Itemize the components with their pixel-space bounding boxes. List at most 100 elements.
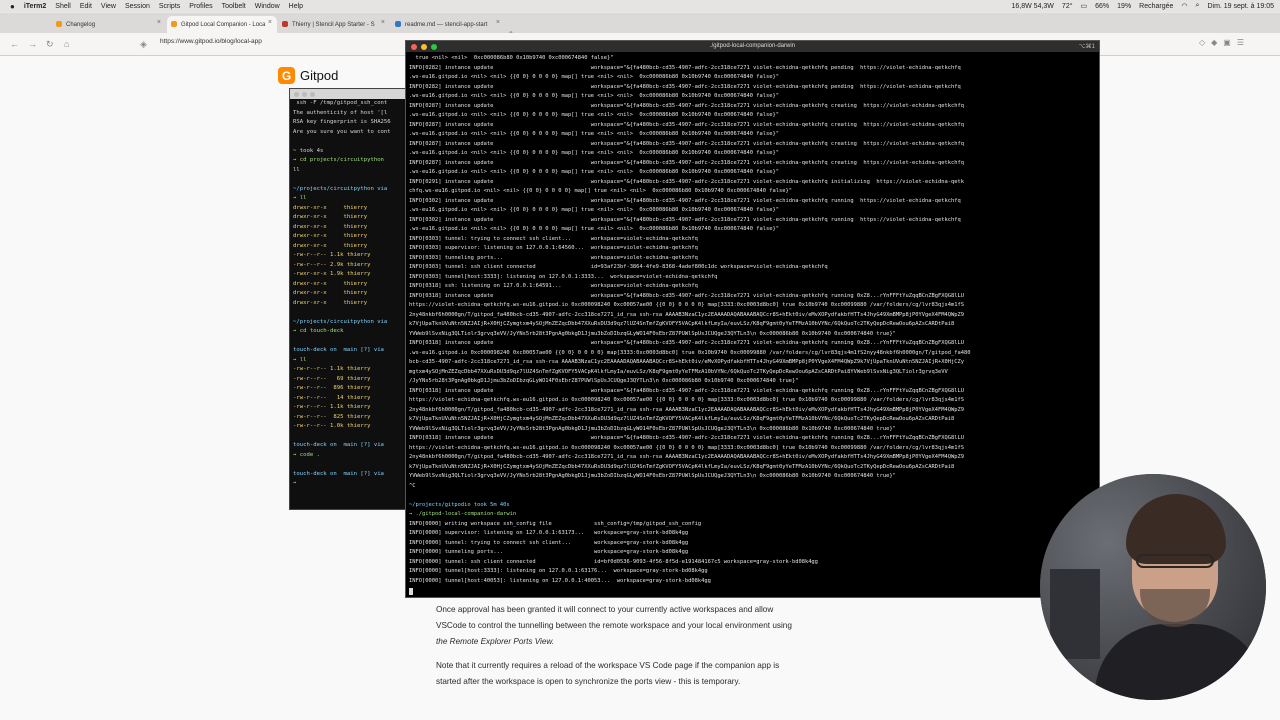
menu-bar: ● iTerm2 Shell Edit View Session Scripts…: [0, 0, 1280, 12]
terminal-line: .ws-eu16.gitpod.io <nil> <nil> {{0 0} 0 …: [409, 74, 779, 80]
terminal-line: touch-deck on main [?] via: [293, 347, 384, 353]
terminal-line: .ws-eu16.gitpod.io <nil> <nil> {{0 0} 0 …: [409, 226, 779, 232]
background-terminal-window[interactable]: ssh -F /tmp/gitpod_ssh_cont The authentic…: [289, 88, 416, 510]
menu-window[interactable]: Window: [255, 3, 280, 10]
menu-toolbelt[interactable]: Toolbelt: [222, 3, 246, 10]
browser-tab-bar: Changelog × Gitpod Local Companion - Loc…: [0, 13, 1280, 40]
zoom-dot-icon[interactable]: [310, 91, 315, 97]
temperature-readout[interactable]: 72°: [1062, 3, 1073, 10]
gitpod-favicon-icon: [171, 21, 177, 27]
terminal-line: /JyYNs5rb28t3PgnAg0bkgD1Jjmu3bZoDIbzqGLy…: [409, 378, 799, 384]
charging-status[interactable]: Rechargée: [1139, 3, 1173, 10]
terminal-line: YVWeb9lSvxNig3QLTiolr3grvq3eVV/JyYNs5rb2…: [409, 425, 896, 432]
tab-gitpod-local-companion[interactable]: Gitpod Local Companion - Loca ×: [167, 16, 277, 33]
menu-scripts[interactable]: Scripts: [159, 3, 180, 10]
gitpod-favicon-icon: [56, 21, 62, 27]
shield-icon[interactable]: ◈: [140, 39, 147, 50]
terminal-line: INFO[0000] tunnel: ssh client connected …: [409, 558, 818, 565]
terminal-line: -rwxr-xr-x 1.9k thierry: [293, 271, 371, 277]
terminal-line: -rw-r--r-- 896 thierry: [293, 385, 371, 391]
terminal-line: INFO[0000] tunneling ports... workspace=…: [409, 549, 689, 555]
menu-help[interactable]: Help: [289, 3, 303, 10]
status-area: 16,8W 54,3W 72° ▭ 66% 19% Rechargée ◠ ⌕ …: [1012, 0, 1275, 12]
terminal-line: INFO[0318] instance update workspace="&{…: [409, 435, 964, 441]
minimize-dot-icon[interactable]: [302, 91, 307, 97]
terminal-line: 2ny48nkbf6h0000gn/T/gitpod_fa480bcb-cd35…: [409, 311, 964, 318]
reload-icon[interactable]: ↻: [46, 39, 54, 50]
terminal-line: k7VjUpaTknUVuNtn5NZJAIjR+X0HjCZymgtxm4yS…: [409, 416, 955, 422]
wifi-icon[interactable]: ◠: [1181, 2, 1187, 10]
terminal-line: -rw-r--r-- 1.1k thierry: [293, 252, 371, 258]
terminal-line: drwxr-xr-x thierry: [293, 214, 368, 220]
terminal-line: INFO[0318] instance update workspace="&{…: [409, 340, 964, 346]
forward-icon[interactable]: →: [28, 39, 37, 49]
terminal-line: INFO[0282] instance update workspace="&{…: [409, 64, 961, 71]
clock[interactable]: Dim. 19 sept. à 19:05: [1207, 3, 1274, 10]
terminal-title-bar[interactable]: ./gitpod-local-companion-darwin ⌥⌘1: [406, 41, 1099, 52]
battery-percent[interactable]: 66%: [1095, 3, 1109, 10]
gitpod-logo-icon: G: [278, 67, 295, 84]
paragraph-line: Once approval has been granted it will c…: [436, 605, 774, 614]
terminal-line: .ws-eu16.gitpod.io <nil> <nil> {{0 0} 0 …: [409, 169, 779, 175]
terminal-line: -rw-r--r-- 1.0k thierry: [293, 423, 371, 429]
apple-menu-icon[interactable]: ●: [10, 2, 15, 11]
menu-profiles[interactable]: Profiles: [189, 3, 212, 10]
tab-changelog[interactable]: Changelog ×: [52, 16, 166, 33]
menu-session[interactable]: Session: [125, 3, 150, 10]
terminal-line: Are you sure you want to cont: [293, 128, 391, 135]
battery-icon[interactable]: ▭: [1081, 2, 1088, 10]
terminal-line: https://violet-echidna-qetkchfq.ws-eu16.…: [409, 397, 964, 403]
terminal-title-bar[interactable]: [290, 89, 415, 99]
terminal-line: RSA key fingerprint is SHA256: [293, 119, 391, 125]
terminal-line: ll: [293, 166, 300, 173]
terminal-line: INFO[0287] instance update workspace="&{…: [409, 159, 964, 166]
menu-app-name[interactable]: iTerm2: [24, 3, 46, 10]
tab-label: Changelog: [66, 21, 96, 28]
terminal-output: ssh -F /tmp/gitpod_ssh_cont The authentic…: [290, 99, 415, 489]
terminal-line: INFO[0000] tunnel[host:40053]: listening…: [409, 577, 711, 584]
back-icon[interactable]: ←: [10, 39, 19, 49]
terminal-line: drwxr-xr-x thierry: [293, 233, 368, 239]
close-icon[interactable]: ×: [157, 19, 161, 26]
terminal-line: INFO[0303] tunnel: trying to connect ssh…: [409, 235, 698, 242]
vscode-favicon-icon: [395, 21, 401, 27]
terminal-line: 2ny48nkbf6h0000gn/T/gitpod_fa480bcb-cd35…: [409, 406, 964, 413]
gitpod-logo[interactable]: G Gitpod: [278, 67, 338, 84]
address-bar[interactable]: https://www.gitpod.io/blog/local-app: [160, 38, 262, 45]
tab-stencil-app-starter[interactable]: Thierry | Stencil App Starter - S ×: [278, 16, 390, 33]
terminal-line: ssh -F /tmp/gitpod_ssh_cont: [293, 100, 388, 106]
disk-percent[interactable]: 19%: [1117, 3, 1131, 10]
presenter-glasses: [1136, 554, 1214, 568]
menu-view[interactable]: View: [101, 3, 116, 10]
terminal-line: INFO[0302] instance update workspace="&{…: [409, 216, 961, 223]
paragraph-line: VSCode to control the tunnelling between…: [436, 621, 792, 630]
terminal-line: -rw-r--r-- 1.1k thierry: [293, 366, 371, 372]
close-icon[interactable]: ×: [496, 19, 500, 26]
heart-favicon-icon: [282, 21, 288, 27]
power-readout[interactable]: 16,8W 54,3W: [1012, 3, 1054, 10]
close-icon[interactable]: ×: [268, 19, 272, 26]
terminal-line: -rw-r--r-- 1.1k thierry: [293, 404, 371, 410]
terminal-line: -rw-r--r-- 2.9k thierry: [293, 261, 371, 268]
terminal-line: → code .: [293, 451, 320, 458]
terminal-line: ^C: [409, 482, 416, 489]
terminal-window[interactable]: ./gitpod-local-companion-darwin ⌥⌘1 true…: [405, 40, 1100, 598]
terminal-line: INFO[0000] supervisor: listening on 127.…: [409, 530, 689, 536]
search-icon[interactable]: ⌕: [1196, 2, 1200, 10]
home-icon[interactable]: ⌂: [64, 39, 69, 49]
terminal-line: .ws-eu16.gitpod.io 0xc000098240 0xc00057…: [409, 349, 971, 356]
extension-icons[interactable]: ◇◆▣☰: [1199, 38, 1250, 47]
close-dot-icon[interactable]: [294, 91, 299, 97]
terminal-line: INFO[0000] writing workspace ssh_config …: [409, 520, 702, 527]
tab-label: readme.md — stencil-app-start: [405, 21, 488, 28]
tab-readme[interactable]: readme.md — stencil-app-start ×: [391, 16, 505, 33]
close-icon[interactable]: ×: [381, 19, 385, 26]
menu-shell[interactable]: Shell: [55, 3, 71, 10]
terminal-line: drwxr-xr-x thierry: [293, 242, 368, 249]
menu-edit[interactable]: Edit: [80, 3, 92, 10]
paragraph-approval: Once approval has been granted it will c…: [436, 602, 836, 650]
terminal-line: drwxr-xr-x thierry: [293, 204, 368, 211]
